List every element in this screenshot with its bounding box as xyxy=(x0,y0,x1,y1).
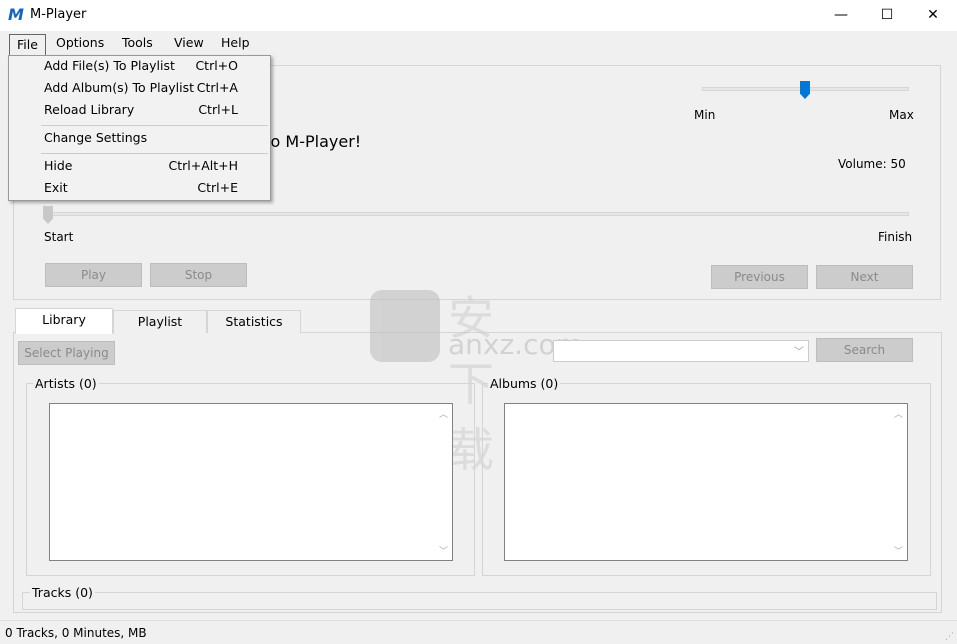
menu-separator xyxy=(41,153,268,154)
shortcut: Ctrl+A xyxy=(196,80,238,95)
progress-finish-label: Finish xyxy=(878,230,913,244)
menu-tools[interactable]: Tools xyxy=(122,35,153,50)
resize-grip-icon[interactable]: ⋰ xyxy=(945,632,954,642)
menu-item-change-settings[interactable]: Change Settings xyxy=(44,130,238,150)
menu-item-exit[interactable]: Exit Ctrl+E xyxy=(44,180,238,200)
volume-max-label: Max xyxy=(889,108,914,122)
label: Add Album(s) To Playlist xyxy=(44,80,195,95)
artists-label: Artists (0) xyxy=(33,376,99,391)
watermark-bag-icon xyxy=(370,290,440,362)
select-playing-button[interactable]: Select Playing xyxy=(18,341,115,365)
previous-button[interactable]: Previous xyxy=(711,265,808,289)
search-combobox[interactable]: ﹀ xyxy=(553,340,809,362)
search-button[interactable]: Search xyxy=(816,338,913,362)
minimize-button[interactable]: — xyxy=(818,0,864,31)
volume-min-label: Min xyxy=(694,108,716,122)
shortcut: Ctrl+L xyxy=(198,102,238,117)
menu-bar: File Options Tools View Help xyxy=(0,32,957,55)
tab-library[interactable]: Library xyxy=(15,308,113,334)
menu-item-reload-library[interactable]: Reload Library Ctrl+L xyxy=(44,102,238,122)
label: Reload Library xyxy=(44,102,135,117)
scrollbar[interactable]: ︿ ﹀ xyxy=(890,404,907,560)
albums-label: Albums (0) xyxy=(488,376,561,391)
menu-file[interactable]: File xyxy=(9,34,46,55)
maximize-button[interactable]: ☐ xyxy=(864,0,910,31)
menu-item-add-albums[interactable]: Add Album(s) To Playlist Ctrl+A xyxy=(44,80,238,100)
label: Add File(s) To Playlist xyxy=(44,58,175,73)
play-button[interactable]: Play xyxy=(45,263,142,287)
albums-list[interactable]: ︿ ﹀ xyxy=(504,403,908,561)
tracks-label: Tracks (0) xyxy=(30,585,95,600)
window-title: M-Player xyxy=(30,7,87,22)
next-button[interactable]: Next xyxy=(816,265,913,289)
progress-slider[interactable] xyxy=(44,212,909,216)
chevron-down-icon[interactable]: ﹀ xyxy=(794,343,804,358)
label: Change Settings xyxy=(44,130,148,145)
label: Exit xyxy=(44,180,68,195)
tab-statistics[interactable]: Statistics xyxy=(207,310,301,333)
menu-item-hide[interactable]: Hide Ctrl+Alt+H xyxy=(44,158,238,178)
volume-label: Volume: 50 xyxy=(838,157,906,171)
file-dropdown-menu: Add File(s) To Playlist Ctrl+O Add Album(… xyxy=(8,55,271,201)
tab-playlist[interactable]: Playlist xyxy=(113,310,207,333)
app-logo-icon: M xyxy=(8,5,24,24)
progress-start-label: Start xyxy=(44,230,74,244)
shortcut: Ctrl+O xyxy=(195,58,238,73)
shortcut: Ctrl+E xyxy=(197,180,238,195)
menu-item-add-files[interactable]: Add File(s) To Playlist Ctrl+O xyxy=(44,58,238,78)
label: Hide xyxy=(44,158,73,173)
scrollbar[interactable]: ︿ ﹀ xyxy=(435,404,452,560)
tracks-group xyxy=(22,592,937,610)
status-text: 0 Tracks, 0 Minutes, MB xyxy=(5,626,147,640)
artists-list[interactable]: ︿ ﹀ xyxy=(49,403,453,561)
shortcut: Ctrl+Alt+H xyxy=(168,158,238,173)
close-button[interactable]: ✕ xyxy=(910,0,956,31)
menu-options[interactable]: Options xyxy=(56,35,104,50)
menu-help[interactable]: Help xyxy=(221,35,250,50)
title-bar: M M-Player — ☐ ✕ xyxy=(0,0,957,31)
menu-view[interactable]: View xyxy=(174,35,204,50)
menu-separator xyxy=(41,125,268,126)
status-bar: 0 Tracks, 0 Minutes, MB ⋰ xyxy=(0,620,957,644)
stop-button[interactable]: Stop xyxy=(150,263,247,287)
